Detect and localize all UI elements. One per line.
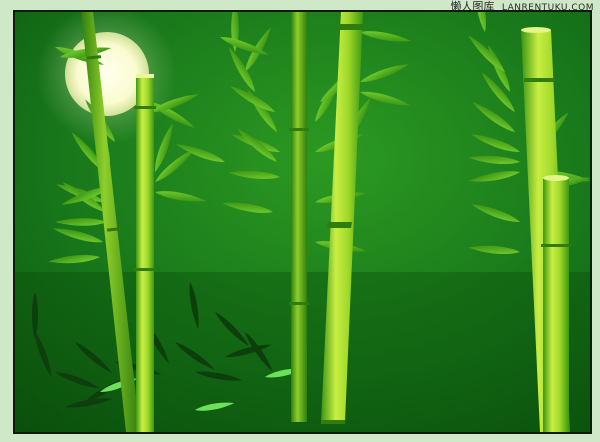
- bamboo-stalk-right-short: [541, 175, 571, 432]
- bamboo-illustration: [15, 12, 590, 432]
- bamboo-stalk-center-back: [289, 12, 309, 422]
- image-frame: 懒人图库 LANRENTUKU.COM: [0, 0, 600, 442]
- bamboo-scene: [13, 10, 592, 434]
- bamboo-stalk-left-front: [134, 74, 156, 432]
